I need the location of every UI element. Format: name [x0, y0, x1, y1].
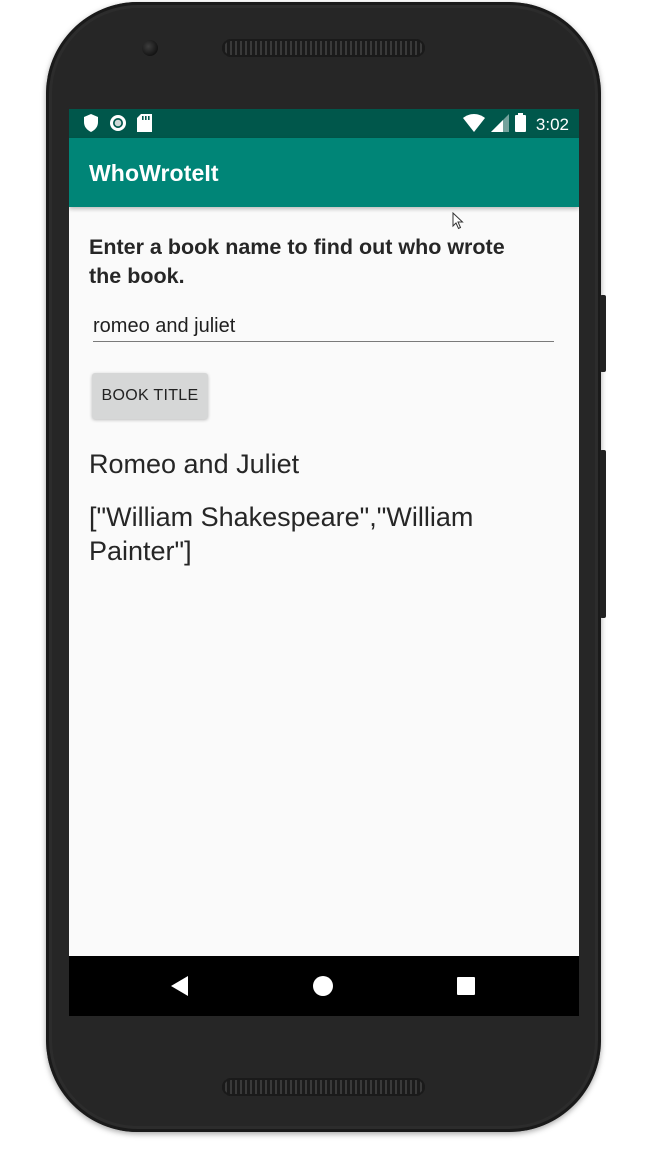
status-system: 3:02 [462, 113, 569, 137]
device-screen: 3:02 WhoWroteIt Enter a book name to fin… [69, 109, 579, 1016]
app-title: WhoWroteIt [89, 160, 219, 186]
back-icon[interactable] [168, 974, 192, 998]
home-icon[interactable] [311, 974, 335, 998]
mouse-cursor-icon [452, 211, 464, 235]
recents-icon[interactable] [454, 974, 478, 998]
battery-icon [514, 113, 526, 137]
circle-notification-icon [109, 114, 127, 137]
navigation-bar [69, 956, 579, 1016]
earpiece-speaker [222, 39, 425, 57]
bottom-speaker [222, 1078, 425, 1096]
status-time: 3:02 [535, 115, 569, 134]
sd-card-icon [137, 114, 152, 137]
volume-button[interactable] [600, 450, 606, 618]
front-camera [142, 40, 158, 56]
result-author: ["William Shakespeare","William Painter"… [89, 502, 474, 566]
main-content: Enter a book name to find out who wrote … [69, 207, 579, 956]
status-bar: 3:02 [69, 109, 579, 138]
app-bar: WhoWroteIt [69, 138, 579, 207]
wifi-icon [462, 113, 485, 137]
status-notifications [83, 114, 152, 137]
power-button[interactable] [600, 295, 606, 372]
book-search-input[interactable] [93, 311, 554, 342]
instructions-text: Enter a book name to find out who wrote … [89, 235, 505, 288]
cell-signal-icon [490, 113, 509, 137]
result-title: Romeo and Juliet [89, 449, 300, 479]
shield-icon [83, 114, 99, 137]
book-title-button[interactable]: BOOK TITLE [92, 373, 208, 419]
